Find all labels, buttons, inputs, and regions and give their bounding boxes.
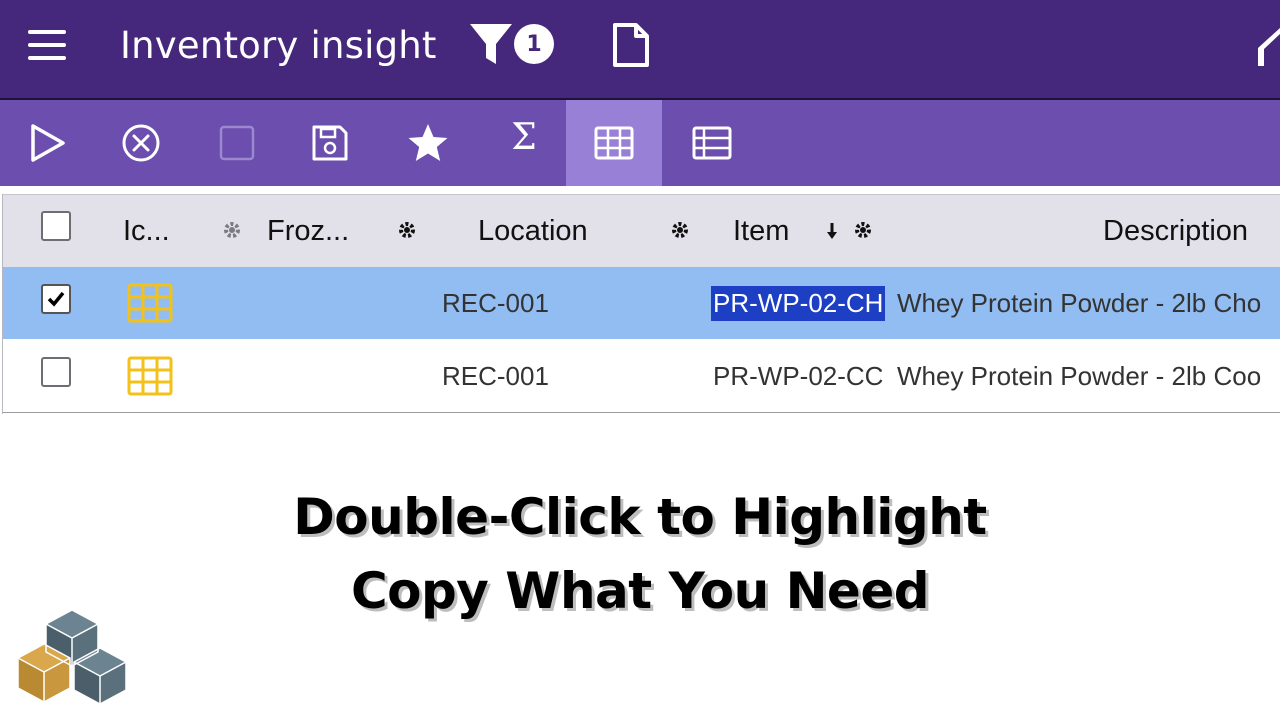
column-header-description[interactable]: Description — [1103, 195, 1248, 267]
toolbar: Σ — [0, 100, 1280, 186]
cancel-button[interactable] — [93, 100, 189, 186]
filter-icon — [470, 24, 512, 64]
app-title: Inventory insight — [120, 24, 437, 67]
save-icon — [312, 125, 348, 161]
checkmark-icon — [47, 291, 65, 307]
run-button[interactable] — [0, 100, 96, 186]
sort-descending-icon[interactable] — [825, 221, 839, 241]
row-checkbox[interactable] — [41, 357, 71, 387]
app-header: Inventory insight 1 — [0, 0, 1280, 100]
location-cell[interactable]: REC-001 — [442, 267, 549, 339]
grid-row-icon — [127, 356, 173, 396]
list-view-button[interactable] — [664, 100, 760, 186]
save-button[interactable] — [282, 100, 378, 186]
grid-view-button[interactable] — [566, 100, 662, 186]
favorite-button[interactable] — [380, 100, 476, 186]
column-header-location[interactable]: Location — [478, 195, 588, 267]
column-settings-icon[interactable] — [669, 219, 691, 241]
home-icon — [1258, 28, 1280, 66]
item-cell[interactable]: PR-WP-02-CC — [713, 340, 883, 412]
table-row[interactable]: REC-001 PR-WP-02-CC Whey Protein Powder … — [3, 340, 1280, 413]
filter-count-badge: 1 — [514, 24, 554, 64]
home-button[interactable] — [1254, 22, 1280, 72]
inventory-grid: Ic... Froz... Location Item Description — [2, 194, 1280, 414]
column-settings-icon[interactable] — [852, 219, 874, 241]
item-cell[interactable]: PR-WP-02-CH — [711, 267, 886, 339]
stacked-boxes-logo — [17, 609, 127, 705]
filter-button[interactable]: 1 — [468, 20, 560, 70]
select-all-checkbox[interactable] — [41, 211, 71, 241]
highlighted-item-text[interactable]: PR-WP-02-CH — [711, 285, 886, 321]
document-button[interactable] — [612, 22, 650, 72]
sum-button[interactable]: Σ — [476, 100, 572, 186]
column-header-frozen[interactable]: Froz... — [267, 195, 349, 267]
column-header-icon[interactable]: Ic... — [123, 195, 170, 267]
table-row[interactable]: REC-001 PR-WP-02-CH Whey Protein Powder … — [3, 267, 1280, 339]
sum-sigma-icon: Σ — [511, 116, 537, 158]
column-settings-icon[interactable] — [221, 219, 243, 241]
column-settings-icon[interactable] — [396, 219, 418, 241]
column-header-item[interactable]: Item — [733, 195, 789, 267]
caption-line-1: Double-Click to Highlight — [293, 488, 987, 546]
description-cell[interactable]: Whey Protein Powder - 2lb Coo — [897, 340, 1261, 412]
caption-line-2: Copy What You Need — [350, 562, 930, 620]
grid-row-icon — [127, 283, 173, 323]
hamburger-menu-icon[interactable] — [28, 28, 68, 62]
description-cell[interactable]: Whey Protein Powder - 2lb Cho — [897, 267, 1261, 339]
location-cell[interactable]: REC-001 — [442, 340, 549, 412]
checkbox-icon — [219, 125, 255, 161]
list-view-icon — [692, 126, 732, 160]
row-checkbox[interactable] — [41, 284, 71, 314]
cancel-icon — [122, 124, 160, 162]
run-icon — [31, 124, 65, 162]
grid-header-row: Ic... Froz... Location Item Description — [3, 194, 1280, 268]
document-icon — [613, 23, 649, 67]
checkbox-button[interactable] — [189, 100, 285, 186]
favorite-star-icon — [408, 124, 448, 161]
grid-view-icon — [594, 126, 634, 160]
